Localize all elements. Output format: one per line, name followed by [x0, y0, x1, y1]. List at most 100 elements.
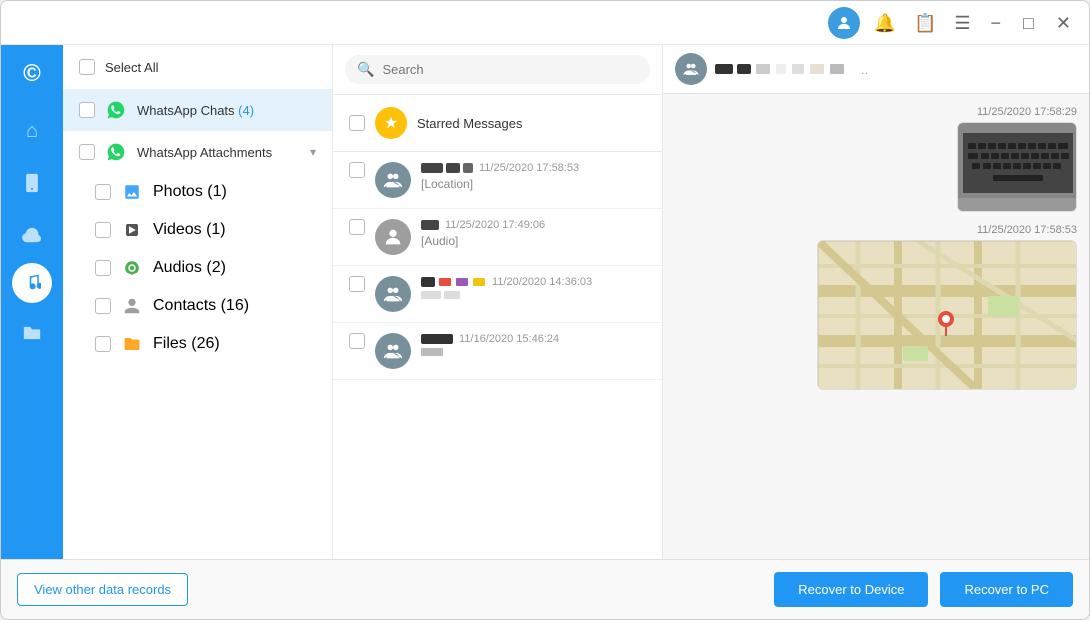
- contacts-label: Contacts (16): [153, 297, 249, 315]
- chat-4-time: 11/16/2020 15:46:24: [459, 333, 559, 345]
- chat-2-name-row: 11/25/2020 17:49:06: [421, 219, 646, 231]
- preview-content: 11/25/2020 17:58:29: [663, 94, 1089, 559]
- chat-4-name-blocks: [421, 334, 453, 344]
- chat-item[interactable]: 11/16/2020 15:46:24: [333, 323, 662, 380]
- chat-3-info: 11/20/2020 14:36:03: [421, 276, 646, 299]
- user-avatar-icon[interactable]: [828, 7, 860, 39]
- chat-1-avatar: [375, 162, 411, 198]
- view-other-records-button[interactable]: View other data records: [17, 573, 188, 606]
- notes-icon[interactable]: 📋: [910, 10, 940, 36]
- videos-label: Videos (1): [153, 221, 226, 239]
- main-layout: © ⌂: [1, 45, 1089, 559]
- photos-checkbox[interactable]: [95, 184, 111, 200]
- title-bar: 🔔 📋 ☰ − □ ✕: [1, 1, 1089, 45]
- whatsapp-attachments-icon: [105, 141, 127, 163]
- preview-avatar: [675, 53, 707, 85]
- preview-msg-1: 11/25/2020 17:58:29: [675, 106, 1077, 212]
- preview-msg-2: 11/25/2020 17:58:53: [675, 224, 1077, 390]
- select-all-label: Select All: [105, 60, 158, 75]
- sub-item-contacts[interactable]: Contacts (16): [95, 287, 332, 325]
- files-checkbox[interactable]: [95, 336, 111, 352]
- chat-4-avatar: [375, 333, 411, 369]
- chat-item[interactable]: 11/20/2020 14:36:03: [333, 266, 662, 323]
- chat-3-sub-blocks: [421, 291, 646, 299]
- chat-3-name-row: 11/20/2020 14:36:03: [421, 276, 646, 288]
- chat-1-subtext: [Location]: [421, 177, 646, 191]
- chat-2-avatar: [375, 219, 411, 255]
- chat-2-name-blocks: [421, 220, 439, 230]
- whatsapp-chats-checkbox[interactable]: [79, 102, 95, 118]
- menu-icon[interactable]: ☰: [950, 10, 974, 36]
- search-input[interactable]: [382, 62, 638, 77]
- select-all-row[interactable]: Select All: [63, 45, 332, 89]
- chat-2-subtext: [Audio]: [421, 234, 646, 248]
- category-whatsapp-attachments[interactable]: WhatsApp Attachments ▾: [63, 131, 332, 173]
- starred-checkbox[interactable]: [349, 115, 365, 131]
- chat-1-time: 11/25/2020 17:58:53: [479, 162, 579, 174]
- whatsapp-attachments-label: WhatsApp Attachments: [137, 145, 272, 160]
- chat-3-name-blocks: [421, 277, 486, 287]
- expand-arrow-icon[interactable]: ▾: [310, 145, 316, 159]
- chat-4-name-row: 11/16/2020 15:46:24: [421, 333, 646, 345]
- chat-2-checkbox[interactable]: [349, 219, 365, 235]
- sidebar-item-folder[interactable]: [8, 307, 56, 355]
- sub-item-videos[interactable]: Videos (1): [95, 211, 332, 249]
- files-icon: [121, 333, 143, 355]
- preview-name-blocks: [715, 64, 845, 74]
- star-icon: ★: [375, 107, 407, 139]
- chat-4-sub-blocks: [421, 348, 646, 356]
- chat-1-name-row: 11/25/2020 17:58:53: [421, 162, 646, 174]
- search-input-wrap[interactable]: 🔍: [345, 55, 650, 84]
- sidebar-item-music[interactable]: [12, 263, 52, 303]
- close-button[interactable]: ✕: [1050, 14, 1077, 32]
- search-bar: 🔍: [333, 45, 662, 95]
- chat-panel: 🔍 ★ Starred Messages: [333, 45, 663, 559]
- contacts-icon: [121, 295, 143, 317]
- msg-1-timestamp: 11/25/2020 17:58:29: [977, 106, 1077, 118]
- chat-item[interactable]: 11/25/2020 17:49:06 [Audio]: [333, 209, 662, 266]
- audios-label: Audios (2): [153, 259, 226, 277]
- contacts-checkbox[interactable]: [95, 298, 111, 314]
- audios-checkbox[interactable]: [95, 260, 111, 276]
- recover-to-device-button[interactable]: Recover to Device: [774, 572, 928, 607]
- chat-2-info: 11/25/2020 17:49:06 [Audio]: [421, 219, 646, 248]
- msg-2-timestamp: 11/25/2020 17:58:53: [977, 224, 1077, 236]
- audios-icon: [121, 257, 143, 279]
- whatsapp-chats-icon: [105, 99, 127, 121]
- sidebar-item-cloud[interactable]: [8, 211, 56, 259]
- preview-panel: .. 11/25/2020 17:58:29: [663, 45, 1089, 559]
- sidebar-icons: © ⌂: [1, 45, 63, 559]
- photos-icon: [121, 181, 143, 203]
- maximize-button[interactable]: □: [1017, 14, 1040, 32]
- starred-label: Starred Messages: [417, 116, 523, 131]
- chat-3-checkbox[interactable]: [349, 276, 365, 292]
- notification-icon[interactable]: 🔔: [870, 10, 900, 36]
- videos-icon: [121, 219, 143, 241]
- chat-1-info: 11/25/2020 17:58:53 [Location]: [421, 162, 646, 191]
- content-area: Select All WhatsApp Chats (4): [63, 45, 1089, 559]
- msg-1-image: [957, 122, 1077, 212]
- chat-1-checkbox[interactable]: [349, 162, 365, 178]
- sidebar-item-home[interactable]: ⌂: [8, 107, 56, 155]
- chat-list: 11/25/2020 17:58:53 [Location]: [333, 152, 662, 559]
- chat-item[interactable]: 11/25/2020 17:58:53 [Location]: [333, 152, 662, 209]
- starred-messages-row[interactable]: ★ Starred Messages: [333, 95, 662, 152]
- videos-checkbox[interactable]: [95, 222, 111, 238]
- preview-ellipsis: ..: [861, 62, 868, 77]
- minimize-button[interactable]: −: [985, 14, 1008, 32]
- photos-label: Photos (1): [153, 183, 227, 201]
- chat-3-time: 11/20/2020 14:36:03: [492, 276, 592, 288]
- sub-item-audios[interactable]: Audios (2): [95, 249, 332, 287]
- whatsapp-attachments-checkbox[interactable]: [79, 144, 95, 160]
- whatsapp-chats-label: WhatsApp Chats (4): [137, 103, 254, 118]
- app-window: 🔔 📋 ☰ − □ ✕ © ⌂: [0, 0, 1090, 620]
- sub-item-files[interactable]: Files (26): [95, 325, 332, 363]
- recover-to-pc-button[interactable]: Recover to PC: [940, 572, 1073, 607]
- select-all-checkbox[interactable]: [79, 59, 95, 75]
- category-whatsapp-chats[interactable]: WhatsApp Chats (4): [63, 89, 332, 131]
- category-panel: Select All WhatsApp Chats (4): [63, 45, 333, 559]
- app-logo: ©: [11, 53, 53, 95]
- sidebar-item-phone[interactable]: [8, 159, 56, 207]
- sub-item-photos[interactable]: Photos (1): [95, 173, 332, 211]
- chat-4-checkbox[interactable]: [349, 333, 365, 349]
